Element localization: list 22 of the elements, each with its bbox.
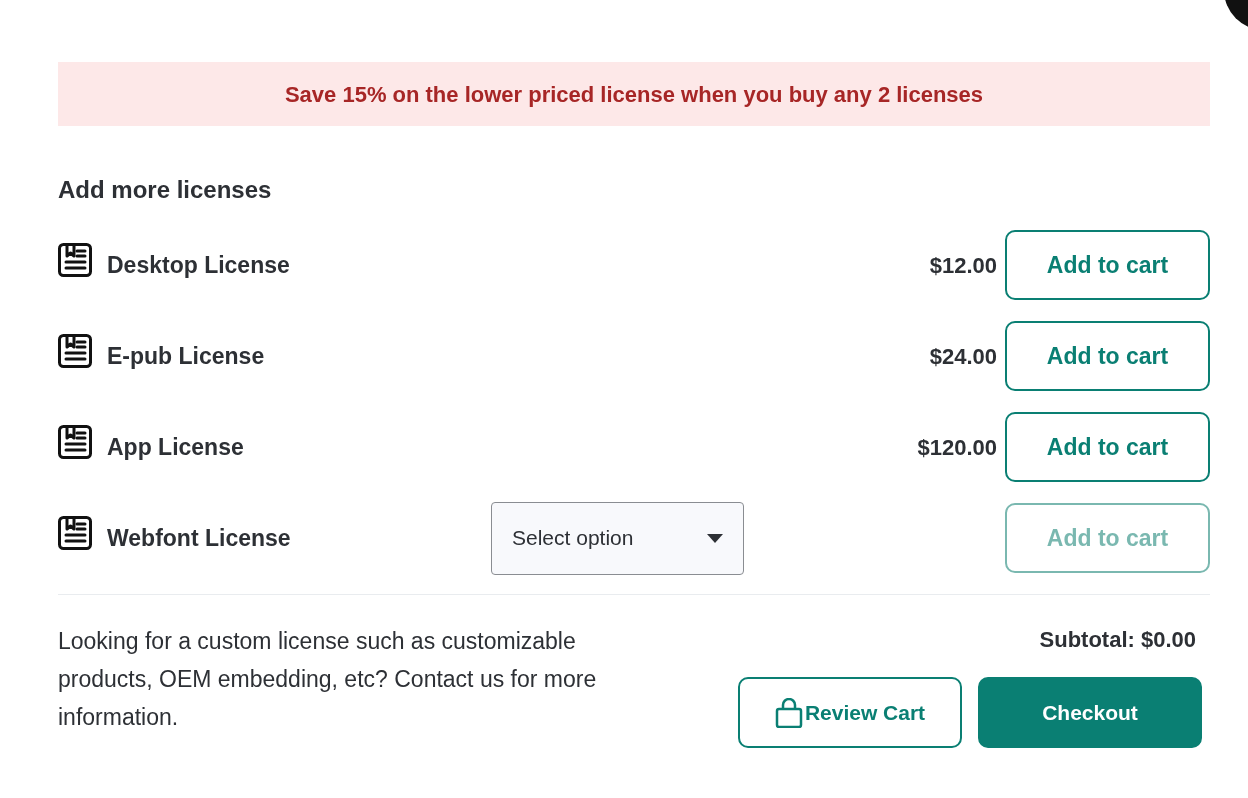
- promo-banner: Save 15% on the lower priced license when you buy any 2 licenses: [58, 62, 1210, 126]
- bag-icon: [774, 697, 803, 728]
- document-icon: [58, 334, 92, 368]
- subtotal-text: Subtotal: $0.00: [1039, 626, 1196, 654]
- add-to-cart-button[interactable]: Add to cart: [1005, 412, 1210, 482]
- license-price: $24.00: [929, 342, 997, 371]
- license-price: $12.00: [929, 251, 997, 280]
- license-name: Webfont License: [107, 523, 291, 553]
- add-to-cart-button[interactable]: Add to cart: [1005, 321, 1210, 391]
- review-cart-button[interactable]: Review Cart: [738, 677, 962, 748]
- document-icon: [58, 425, 92, 459]
- license-name: E-pub License: [107, 341, 265, 371]
- license-name: Desktop License: [107, 250, 290, 280]
- add-to-cart-button[interactable]: Add to cart: [1005, 230, 1210, 300]
- document-icon: [58, 516, 92, 550]
- license-name: App License: [107, 432, 244, 462]
- license-price: $120.00: [917, 433, 997, 462]
- section-title: Add more licenses: [58, 175, 273, 205]
- document-icon: [58, 243, 92, 277]
- custom-license-note: Looking for a custom license such as customizable products, OEM embedding, etc? Contact us for more information.: [58, 627, 598, 732]
- caret-icon: [707, 533, 723, 543]
- checkout-button[interactable]: Checkout: [978, 677, 1202, 748]
